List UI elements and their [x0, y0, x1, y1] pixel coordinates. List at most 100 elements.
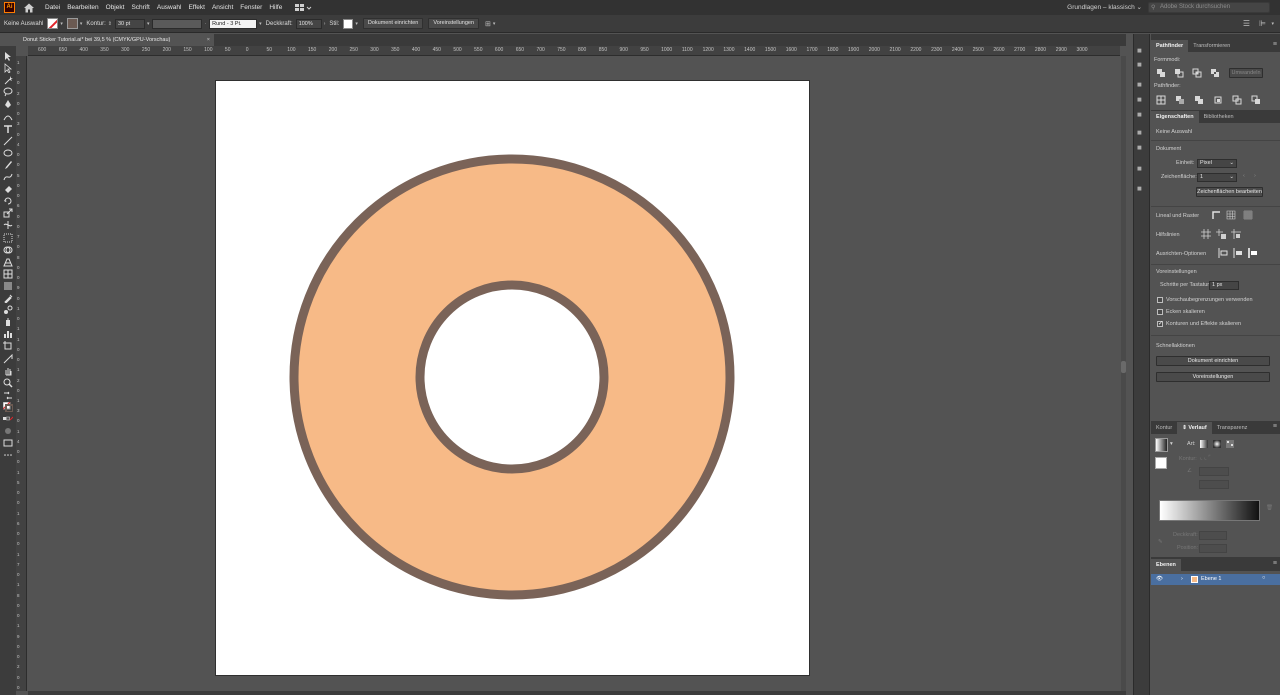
scale-tool-icon[interactable]: [3, 208, 13, 218]
free-transform-tool-icon[interactable]: [3, 233, 13, 243]
menu-item-fenster[interactable]: Fenster: [240, 4, 262, 11]
symbols-icon[interactable]: ■: [1137, 110, 1147, 120]
intersect-icon[interactable]: [1192, 68, 1202, 78]
lasso-tool-icon[interactable]: [3, 87, 13, 97]
chevron-down-icon[interactable]: ▾: [355, 21, 358, 27]
lock-guides-icon[interactable]: [1216, 229, 1226, 239]
vertical-ruler[interactable]: 1 0 0 2 0 0 3 0 4 0 0 5 0 0 6 0 0 7 0 8 0 0 9 0 1 0 1 1 0 0 1 2 0 1 3 0 1 4 0 0…: [16, 56, 27, 691]
chevron-right-icon[interactable]: ›: [324, 21, 326, 27]
type-tool-icon[interactable]: [3, 124, 13, 134]
perspective-grid-tool-icon[interactable]: [3, 257, 13, 267]
pixel-grid-icon[interactable]: [1243, 210, 1253, 220]
panel-menu-icon[interactable]: ≡: [1273, 560, 1277, 567]
fill-stroke-swatch-icon[interactable]: [3, 401, 13, 412]
artboard-tool-icon[interactable]: [3, 341, 13, 351]
radial-gradient-icon[interactable]: [1212, 439, 1222, 449]
chevron-left-icon[interactable]: ‹: [1243, 173, 1245, 179]
color-panel-icon[interactable]: ■: [1137, 46, 1147, 56]
document-tab[interactable]: Donut Sticker Tutorial.ai* bei 39,5 % (C…: [16, 34, 214, 46]
shaper-tool-icon[interactable]: [3, 172, 13, 182]
swatches-icon[interactable]: ■: [1137, 80, 1147, 90]
selection-tool-icon[interactable]: [3, 51, 13, 61]
tab-pathfinder[interactable]: Pathfinder: [1151, 40, 1189, 52]
delete-stop-icon[interactable]: 🗑: [1266, 505, 1273, 511]
panel-menu-icon[interactable]: ≡: [1273, 423, 1277, 430]
variable-width-profile[interactable]: [152, 18, 203, 29]
panel-options-icon[interactable]: ☰: [1243, 19, 1250, 28]
layer-row[interactable]: 👁 › Ebene 1 ○: [1151, 574, 1280, 585]
tab-layers[interactable]: Ebenen: [1151, 559, 1181, 571]
units-select[interactable]: Pixel ⌄: [1197, 159, 1237, 168]
smart-guides-icon[interactable]: [1231, 229, 1241, 239]
layer-name[interactable]: Ebene 1: [1201, 576, 1222, 582]
stroke-weight-field[interactable]: 30 pt: [114, 18, 145, 29]
edit-artboards-button[interactable]: Zeichenflächen bearbeiten: [1196, 187, 1263, 197]
links-icon[interactable]: ■: [1137, 184, 1147, 194]
donut-hole[interactable]: [415, 280, 609, 474]
graphic-style-swatch[interactable]: [343, 18, 354, 29]
merge-icon[interactable]: [1194, 95, 1204, 105]
align-icon[interactable]: ⊫: [1259, 19, 1266, 28]
tab-properties[interactable]: Eigenschaften: [1151, 111, 1199, 123]
graphic-styles-icon[interactable]: ■: [1137, 128, 1147, 138]
arrange-documents-icon[interactable]: [293, 3, 313, 13]
line-tool-icon[interactable]: [3, 136, 13, 146]
eraser-tool-icon[interactable]: [3, 184, 13, 194]
swap-fill-stroke-icon[interactable]: [3, 390, 13, 400]
preferences-button[interactable]: Voreinstellungen: [1156, 372, 1270, 382]
width-tool-icon[interactable]: [3, 220, 13, 230]
scale-strokes-checkbox[interactable]: [1157, 320, 1163, 327]
draw-mode-icon[interactable]: [3, 426, 13, 436]
menu-item-effekt[interactable]: Effekt: [188, 4, 205, 11]
horizontal-ruler[interactable]: 600 650 400 350 300 250 200 150 100 50 0 50 100 150 20…: [28, 46, 1120, 56]
symbol-sprayer-tool-icon[interactable]: [3, 317, 13, 327]
outline-icon[interactable]: [1232, 95, 1242, 105]
chevron-down-icon[interactable]: ▾: [1271, 21, 1274, 27]
gradient-tool-icon[interactable]: [3, 281, 13, 291]
align-to-selection-icon[interactable]: [1218, 248, 1228, 258]
keyboard-increment-field[interactable]: 1 px: [1209, 281, 1239, 290]
chevron-down-icon[interactable]: ▾: [147, 21, 150, 27]
shape-builder-tool-icon[interactable]: [3, 245, 13, 255]
tab-transparency[interactable]: Transparenz: [1212, 422, 1253, 434]
align-to-artboard-icon[interactable]: [1248, 248, 1258, 258]
workspace-switcher[interactable]: Grundlagen – klassisch ⌄: [1067, 3, 1142, 11]
trim-icon[interactable]: [1175, 95, 1185, 105]
minus-back-icon[interactable]: [1251, 95, 1261, 105]
chevron-down-icon[interactable]: ▾: [1170, 441, 1173, 447]
chevron-down-icon[interactable]: ▾: [80, 21, 83, 27]
tab-transform[interactable]: Transformieren: [1188, 40, 1235, 52]
menu-item-schrift[interactable]: Schrift: [131, 4, 149, 11]
chevron-down-icon[interactable]: ▾: [60, 21, 63, 27]
appearance-icon[interactable]: ■: [1137, 143, 1147, 153]
screen-mode-icon[interactable]: [3, 438, 13, 448]
unite-icon[interactable]: [1156, 68, 1166, 78]
document-setup-button[interactable]: Dokument einrichten: [1156, 356, 1270, 366]
chevron-right-icon[interactable]: ›: [1254, 173, 1256, 179]
opacity-field[interactable]: 100%: [295, 18, 322, 29]
curvature-tool-icon[interactable]: [3, 112, 13, 122]
scale-corners-checkbox[interactable]: [1157, 309, 1163, 315]
asset-export-icon[interactable]: ■: [1137, 164, 1147, 174]
hand-tool-icon[interactable]: [3, 366, 13, 376]
magic-wand-tool-icon[interactable]: [3, 75, 13, 85]
direct-selection-tool-icon[interactable]: [3, 63, 13, 74]
close-icon[interactable]: ×: [207, 34, 210, 46]
paintbrush-tool-icon[interactable]: [3, 160, 13, 170]
target-icon[interactable]: ○: [1262, 575, 1265, 581]
menu-item-auswahl[interactable]: Auswahl: [157, 4, 182, 11]
stroke-gradient-options[interactable]: ⌞ ⌞ ⌜: [1200, 455, 1211, 461]
menu-item-ansicht[interactable]: Ansicht: [212, 4, 233, 11]
divide-icon[interactable]: [1156, 95, 1166, 105]
edit-toolbar-icon[interactable]: [3, 450, 13, 460]
preview-bounds-checkbox[interactable]: [1157, 297, 1163, 303]
donut-artwork[interactable]: [216, 81, 809, 675]
slice-tool-icon[interactable]: [3, 353, 13, 364]
aspect-ratio-field[interactable]: [1199, 480, 1229, 489]
guides-icon[interactable]: [1201, 229, 1211, 239]
chevron-right-icon[interactable]: ›: [1181, 576, 1183, 582]
grid-icon[interactable]: [1226, 210, 1236, 220]
mesh-tool-icon[interactable]: [3, 269, 13, 279]
stock-search-input[interactable]: ⚲ Adobe Stock durchsuchen: [1148, 2, 1270, 13]
crop-icon[interactable]: [1213, 95, 1223, 105]
